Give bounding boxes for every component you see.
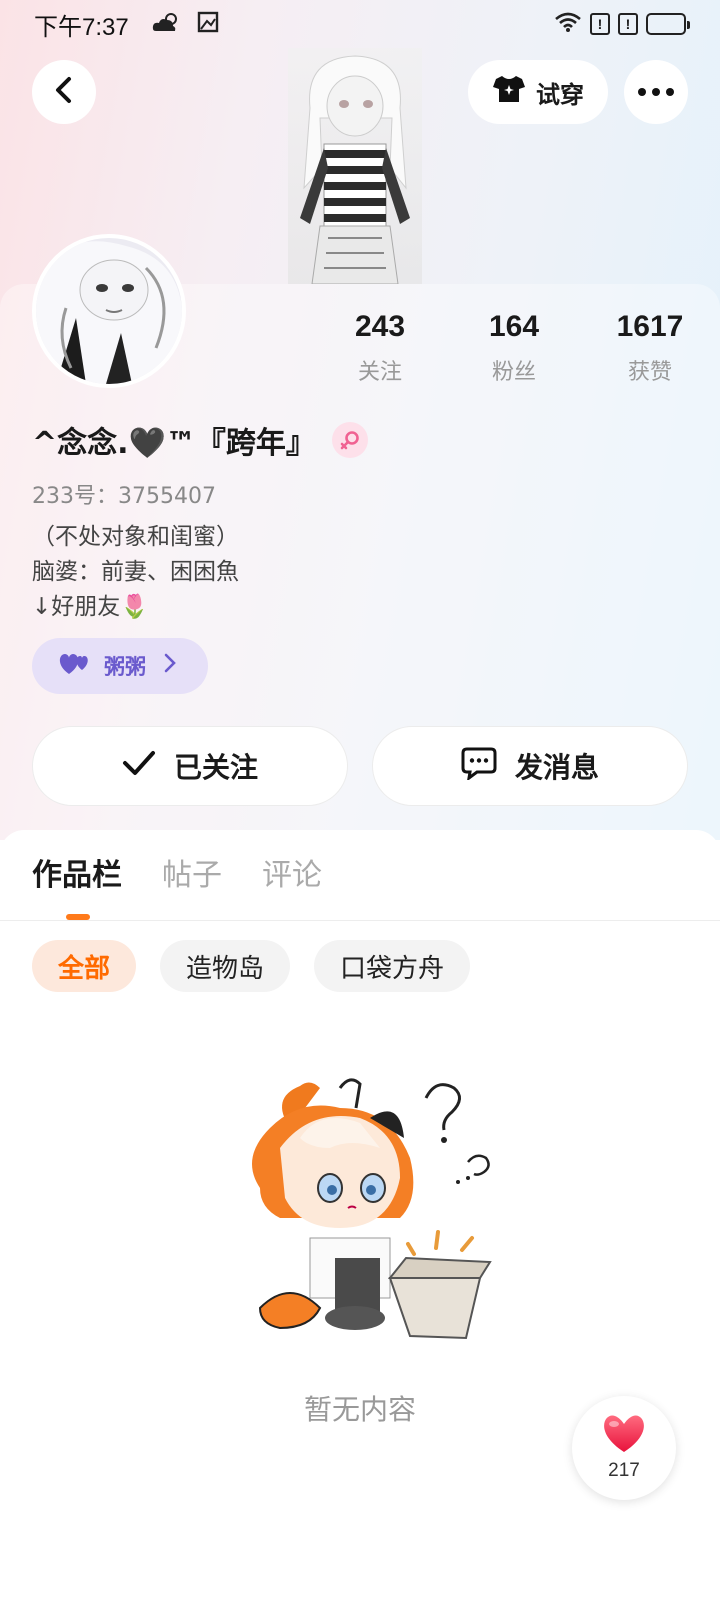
chevron-right-icon (164, 653, 176, 679)
empty-state-illustration (240, 1078, 500, 1348)
avatar[interactable] (32, 234, 186, 388)
tab-comments[interactable]: 评论 (262, 850, 322, 894)
bio-line: （不处对象和闺蜜） (32, 524, 239, 550)
stat-value: 164 (488, 310, 540, 343)
double-heart-icon (58, 652, 92, 681)
heart-icon (601, 1414, 647, 1458)
try-on-button[interactable]: 试穿 (468, 60, 608, 124)
try-on-label: 试穿 (536, 81, 584, 109)
status-bar: 下午7:37 ! ! (0, 0, 720, 48)
bio-line: 脑婆：前妻、困困魚 (32, 559, 239, 585)
stat-followers[interactable]: 164 粉丝 (454, 310, 574, 386)
user-id: 233号：3755407 (32, 484, 216, 509)
username-row: ^念念.🖤™『跨年』 (32, 418, 368, 462)
battery-icon (646, 13, 690, 35)
stat-likes[interactable]: 1617 获赞 (590, 310, 710, 386)
stat-label: 粉丝 (491, 360, 536, 385)
send-message-label: 发消息 (514, 751, 599, 784)
tab-works[interactable]: 作品栏 (32, 850, 122, 894)
filter-chip-pocket-ark[interactable]: 口袋方舟 (314, 940, 471, 992)
tabs-divider (0, 920, 720, 921)
send-message-button[interactable]: 发消息 (372, 726, 688, 806)
username: ^念念.🖤™『跨年』 (32, 426, 316, 461)
following-button[interactable]: 已关注 (32, 726, 348, 806)
stat-label: 关注 (357, 360, 402, 385)
tab-posts[interactable]: 帖子 (162, 850, 222, 894)
stat-label: 获赞 (627, 360, 672, 385)
shirt-icon (492, 74, 526, 111)
content-tabs: 作品栏 帖子 评论 (32, 850, 322, 894)
filter-chips: 全部 造物岛 口袋方舟 (32, 940, 471, 992)
chevron-left-icon (52, 76, 76, 108)
stat-following[interactable]: 243 关注 (320, 310, 440, 386)
bio-line: ↓好朋友🌷 (32, 594, 149, 620)
chat-bubble-icon (461, 746, 497, 787)
checkmark-icon (122, 749, 156, 784)
filter-chip-all[interactable]: 全部 (32, 940, 137, 992)
character-avatar-figure (280, 48, 430, 285)
stat-value: 1617 (616, 310, 684, 343)
more-dots-icon (638, 88, 674, 96)
best-friend-chip[interactable]: 粥粥 (32, 638, 208, 694)
sim-alert-icon-2: ! (618, 13, 638, 35)
like-floating-button[interactable]: 217 (572, 1396, 676, 1500)
friend-chip-label: 粥粥 (104, 655, 146, 679)
filter-chip-creation-island[interactable]: 造物岛 (160, 940, 291, 992)
gallery-icon (197, 11, 219, 37)
status-time: 下午7:37 (34, 13, 129, 41)
like-count: 217 (608, 1460, 640, 1481)
back-button[interactable] (32, 60, 96, 124)
following-label: 已关注 (173, 751, 258, 784)
more-button[interactable] (624, 60, 688, 124)
female-gender-icon (331, 422, 368, 458)
stat-value: 243 (354, 310, 406, 343)
sim-alert-icon: ! (590, 13, 610, 35)
bio: （不处对象和闺蜜） 脑婆：前妻、困困魚 ↓好朋友🌷 (32, 520, 239, 625)
wifi-icon (554, 11, 582, 37)
cloudy-weather-icon (151, 11, 181, 37)
